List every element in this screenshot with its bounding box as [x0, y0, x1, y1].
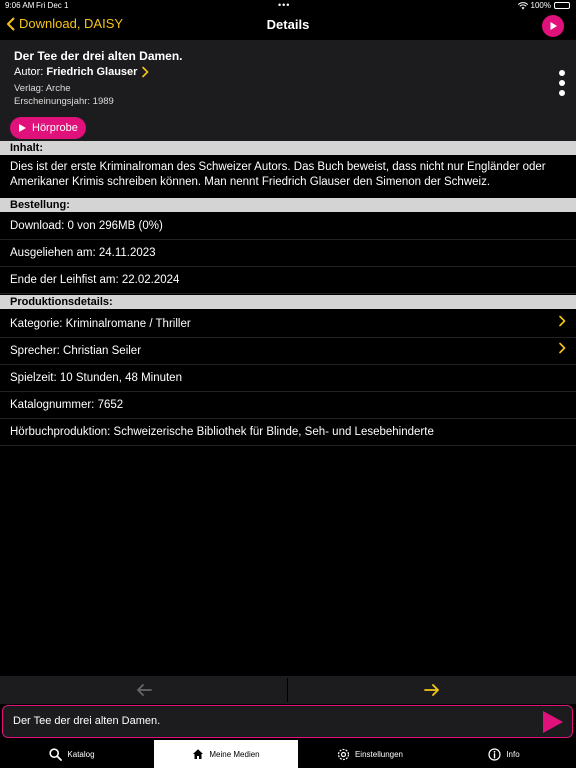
search-icon — [49, 747, 63, 761]
production-row-duration: Spielzeit: 10 Stunden, 48 Minuten — [0, 365, 576, 392]
tab-catalog[interactable]: Katalog — [0, 740, 144, 768]
category-label: Kategorie: Kriminalromane / Thriller — [10, 318, 191, 330]
production-row-category[interactable]: Kategorie: Kriminalromane / Thriller — [0, 311, 576, 338]
more-options-icon[interactable] — [556, 70, 568, 96]
player-title: Der Tee der drei alten Damen. — [13, 715, 161, 727]
info-icon — [488, 747, 501, 761]
tab-catalog-label: Katalog — [67, 749, 95, 759]
production-row-narrator[interactable]: Sprecher: Christian Seiler — [0, 338, 576, 365]
preview-button[interactable]: Hörprobe — [10, 117, 86, 139]
order-row-due: Ende der Leihfist am: 22.02.2024 — [0, 267, 576, 294]
status-time: 9:06 AM — [5, 1, 35, 10]
multitasking-dots-icon[interactable]: ••• — [278, 0, 290, 10]
tab-settings-label: Einstellungen — [354, 749, 404, 759]
book-title: Der Tee der drei alten Damen. — [14, 49, 183, 63]
tab-bar: Katalog Meine Medien Einstellungen Info — [0, 740, 576, 768]
play-icon — [19, 124, 26, 132]
tab-my-media[interactable]: Meine Medien — [154, 740, 298, 768]
chevron-right-icon — [558, 338, 566, 365]
order-row-download: Download: 0 von 296MB (0%) — [0, 213, 576, 240]
tab-settings[interactable]: Einstellungen — [298, 740, 442, 768]
battery-percent: 100% — [530, 1, 551, 10]
production-row-catalog-number: Katalognummer: 7652 — [0, 392, 576, 419]
tab-info-label: Info — [506, 749, 520, 759]
chevron-right-icon — [142, 66, 149, 78]
play-icon — [543, 711, 563, 733]
content-description: Dies ist der erste Kriminalroman des Sch… — [10, 161, 546, 188]
mini-player[interactable]: Der Tee der drei alten Damen. — [2, 705, 573, 738]
publication-year: Erscheinungsjahr: 1989 — [14, 96, 114, 107]
player-play-button[interactable] — [542, 710, 564, 739]
section-header-content: Inhalt: — [0, 141, 576, 155]
previous-button[interactable] — [0, 676, 287, 704]
next-button[interactable] — [288, 676, 575, 704]
status-right: 100% — [517, 1, 570, 10]
production-row-producer: Hörbuchproduktion: Schweizerische Biblio… — [0, 419, 576, 446]
publisher: Verlag: Arche — [14, 83, 71, 94]
home-icon — [193, 749, 204, 759]
navigation-bar: Download, DAISY Details — [0, 12, 576, 40]
book-header: Der Tee der drei alten Damen. Autor: Fri… — [0, 40, 576, 141]
gear-icon — [337, 748, 350, 760]
section-header-order: Bestellung: — [0, 198, 576, 212]
order-row-borrowed: Ausgeliehen am: 24.11.2023 — [0, 240, 576, 267]
arrow-right-icon — [423, 684, 439, 696]
nav-play-button[interactable] — [542, 15, 564, 37]
author-link[interactable]: Autor: Friedrich Glauser — [14, 66, 150, 78]
status-date: Fri Dec 1 — [36, 1, 69, 10]
battery-icon — [554, 2, 570, 9]
tab-info[interactable]: Info — [432, 740, 576, 768]
narrator-label: Sprecher: Christian Seiler — [10, 345, 142, 357]
chevron-right-icon — [558, 311, 566, 338]
arrow-left-icon — [136, 684, 152, 696]
pager — [0, 676, 576, 704]
section-header-production: Produktionsdetails: — [0, 295, 576, 309]
tab-my-media-label: Meine Medien — [209, 749, 260, 759]
wifi-icon — [517, 1, 528, 9]
author-label: Autor: — [14, 66, 44, 78]
play-icon — [550, 22, 557, 30]
page-title: Details — [266, 17, 310, 32]
author-name: Friedrich Glauser — [46, 66, 138, 78]
preview-button-label: Hörprobe — [32, 122, 78, 134]
status-bar: 9:06 AM Fri Dec 1 ••• 100% — [0, 0, 576, 12]
